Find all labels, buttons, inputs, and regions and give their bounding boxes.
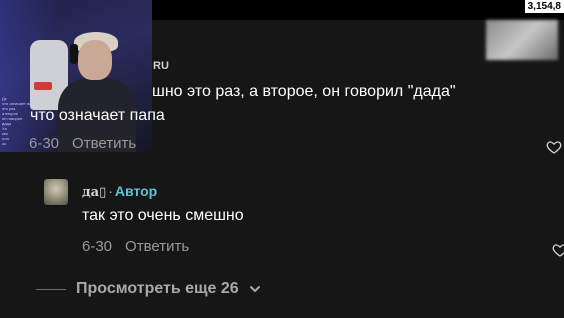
reply-date: 6-30 [82,238,113,255]
author-separator: · [108,183,113,199]
comment-text-line-2: что означает папа [30,107,165,124]
divider-line [36,288,66,290]
top-video-strip [152,0,564,20]
blurred-thumbnail [486,20,558,60]
chevron-down-icon[interactable] [249,283,261,295]
chair-logo-icon [34,82,52,90]
comment-reply-button[interactable]: Ответить [72,135,136,152]
like-heart-icon[interactable] [546,139,562,155]
streamer-webcam-overlay: Дк что означает папа это раз а второе он… [0,0,152,152]
like-heart-icon[interactable] [552,242,564,258]
view-more-replies[interactable]: Просмотреть еще 26 [36,280,261,298]
comment-meta: 6-30 Ответить [29,135,136,152]
reply-meta: 6-30 Ответить [82,238,189,255]
reply-author-line: да▯ · Автор [82,183,157,200]
reply-text: так это очень смешно [82,207,244,224]
streamer-face [78,40,112,80]
reply-reply-button[interactable]: Ответить [125,238,189,255]
viewer-counter: 3,154,8 [524,0,564,13]
view-more-label[interactable]: Просмотреть еще 26 [76,280,239,298]
region-tag: RU [153,60,169,72]
author-badge: Автор [114,183,158,199]
comments-page: Дк что означает папа это раз а второе он… [0,0,564,318]
headphones-icon [70,44,78,64]
comment-date: 6-30 [29,135,60,152]
comment-text-line-1: шно это раз, а второе, он говорил "дада" [152,83,456,100]
reply-avatar[interactable] [44,179,68,205]
reply-author-name[interactable]: да▯ [82,185,106,200]
